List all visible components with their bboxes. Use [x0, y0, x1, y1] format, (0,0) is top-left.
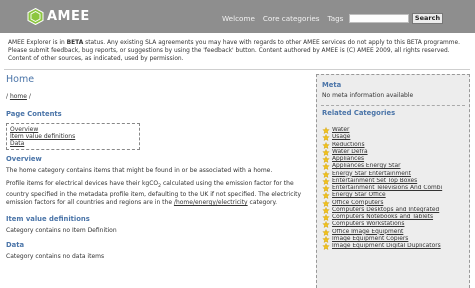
related-category-link[interactable]: Entertainment Televisions And Combi — [332, 185, 442, 192]
breadcrumb-tail: / — [26, 93, 31, 100]
related-category-item[interactable]: Water Defra — [322, 148, 468, 156]
contents-link-item-value-definitions[interactable]: Item value definitions — [10, 133, 136, 140]
related-category-item[interactable]: Image Equipment Copiers — [322, 235, 468, 243]
star-icon — [322, 228, 330, 236]
logo-wordmark: AMEE — [47, 9, 90, 24]
related-category-link[interactable]: Image Equipment Digital Duplicators — [332, 243, 441, 250]
related-category-item[interactable]: Water — [322, 127, 468, 135]
breadcrumb-home[interactable]: home — [10, 93, 27, 100]
notice-beta: BETA — [66, 40, 84, 46]
contents-link-overview[interactable]: Overview — [10, 126, 136, 133]
related-category-item[interactable]: Energy Star Office — [322, 192, 468, 200]
related-category-link[interactable]: Energy Star Office — [332, 192, 386, 199]
related-category-item[interactable]: Office Image Equipment — [322, 228, 468, 236]
nav-welcome[interactable]: Welcome — [222, 14, 255, 23]
star-icon — [322, 156, 330, 164]
meta-heading: Meta — [322, 81, 342, 89]
data-text: Category contains no data items — [6, 253, 105, 261]
star-icon — [322, 221, 330, 229]
overview-heading: Overview — [6, 155, 42, 163]
sidebar-divider — [321, 105, 465, 106]
item-value-definitions-heading: Item value definitions — [6, 215, 90, 224]
overview-paragraph-2: Profile items for electrical devices hav… — [6, 180, 308, 207]
related-category-link[interactable]: Entertainment Set Top Boxes — [332, 178, 417, 185]
related-category-item[interactable]: Computers Notebooks and Tablets — [322, 214, 468, 222]
related-category-item[interactable]: Office Computers — [322, 199, 468, 207]
related-category-item[interactable]: Appliances Energy Star — [322, 163, 468, 171]
star-icon — [322, 243, 330, 251]
star-icon — [322, 170, 330, 178]
related-category-item[interactable]: Appliances — [322, 156, 468, 164]
breadcrumb: / home / — [6, 93, 308, 100]
notice-prefix: AMEE Explorer is in — [8, 40, 67, 46]
related-category-link[interactable]: Appliances Energy Star — [332, 163, 401, 170]
related-category-item[interactable]: Usage — [322, 134, 468, 142]
related-category-link[interactable]: Office Image Equipment — [332, 229, 403, 236]
star-icon — [322, 206, 330, 214]
related-category-link[interactable]: Image Equipment Copiers — [332, 236, 408, 243]
divider — [4, 69, 470, 70]
star-icon — [322, 177, 330, 185]
related-category-item[interactable]: Computers Desktops and Integrated — [322, 206, 468, 214]
related-category-link[interactable]: Energy Star Entertainment — [332, 171, 411, 178]
amee-logo[interactable]: AMEE — [27, 8, 90, 25]
sidebar: Meta No meta information available Relat… — [316, 74, 470, 288]
related-category-item[interactable]: Computers Workstations — [322, 221, 468, 229]
page-contents-box: Overview Item value definitions Data — [6, 123, 140, 150]
star-icon — [322, 163, 330, 171]
main-content: Home / home / Page Contents Overview Ite… — [6, 74, 308, 261]
star-icon — [322, 127, 330, 135]
nav-core-categories[interactable]: Core categories — [263, 14, 320, 23]
page-title: Home — [6, 74, 35, 85]
star-icon — [322, 199, 330, 207]
item-value-definitions-text: Category contains no Item Definition — [6, 227, 117, 235]
related-category-link[interactable]: Computers Desktops and Integrated — [332, 207, 439, 214]
star-icon — [322, 235, 330, 243]
related-category-item[interactable]: Entertainment Set Top Boxes — [322, 177, 468, 185]
search-button[interactable]: Search — [412, 13, 443, 24]
star-icon — [322, 185, 330, 193]
overview-paragraph-1: The home category contains items that mi… — [6, 167, 273, 174]
amee-logo-icon — [27, 8, 44, 25]
related-category-item[interactable]: Image Equipment Digital Duplicators — [322, 243, 468, 251]
star-icon — [322, 148, 330, 156]
electricity-link[interactable]: /home/energy/electricity — [174, 199, 248, 206]
nav-tags[interactable]: Tags — [328, 14, 344, 23]
related-category-link[interactable]: Usage — [332, 134, 350, 141]
related-category-link[interactable]: Computers Notebooks and Tablets — [332, 214, 433, 221]
star-icon — [322, 214, 330, 222]
related-category-item[interactable]: Energy Star Entertainment — [322, 170, 468, 178]
related-category-item[interactable]: Entertainment Televisions And Combi — [322, 185, 468, 193]
related-category-link[interactable]: Water Defra — [332, 149, 368, 156]
overview-text-c: category. — [247, 199, 278, 207]
star-icon — [322, 192, 330, 200]
page-contents-heading: Page Contents — [6, 110, 62, 118]
related-category-item[interactable]: Reductions — [322, 141, 468, 149]
related-category-link[interactable]: Reductions — [332, 142, 365, 149]
beta-notice: AMEE Explorer is in BETA status. Any exi… — [8, 39, 468, 63]
related-category-link[interactable]: Office Computers — [332, 200, 383, 207]
overview-text-a: Profile items for electrical devices hav… — [6, 180, 159, 187]
star-icon — [322, 134, 330, 142]
data-heading: Data — [6, 241, 25, 250]
related-category-link[interactable]: Water — [332, 127, 349, 134]
related-category-link[interactable]: Appliances — [332, 156, 364, 163]
related-categories-list: Water Usage Reductions Water Defra Appliance… — [322, 127, 468, 251]
top-header: AMEE Welcome Core categories Tags Search — [0, 0, 475, 33]
related-category-link[interactable]: Computers Workstations — [332, 221, 404, 228]
meta-text: No meta information available — [322, 92, 414, 99]
search-input[interactable] — [349, 14, 409, 23]
contents-link-data[interactable]: Data — [10, 140, 136, 147]
related-categories-heading: Related Categories — [322, 109, 396, 117]
star-icon — [322, 141, 330, 149]
main-nav: Welcome Core categories Tags — [222, 14, 343, 23]
